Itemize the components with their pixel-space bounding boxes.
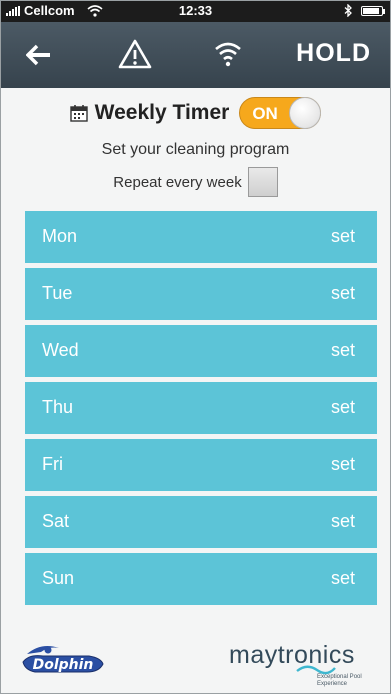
day-row-thu[interactable]: Thu set [25, 382, 377, 434]
bluetooth-icon [344, 4, 352, 17]
dolphin-logo: Dolphin [22, 646, 104, 673]
maytronics-logo: maytronics Exceptional Pool Experience [225, 641, 375, 691]
repeat-row: Repeat every week [0, 167, 391, 197]
top-nav-bar: HOLD [0, 22, 391, 88]
day-row-fri[interactable]: Fri set [25, 439, 377, 491]
set-button[interactable]: set [331, 283, 355, 304]
day-row-tue[interactable]: Tue set [25, 268, 377, 320]
set-button[interactable]: set [331, 340, 355, 361]
toggle-label: ON [252, 104, 278, 123]
set-button[interactable]: set [331, 226, 355, 247]
day-row-sun[interactable]: Sun set [25, 553, 377, 605]
page-title: Weekly Timer [94, 101, 230, 124]
day-row-sat[interactable]: Sat set [25, 496, 377, 548]
back-arrow-icon[interactable] [26, 44, 52, 66]
hold-button[interactable]: HOLD [296, 39, 371, 68]
day-row-mon[interactable]: Mon set [25, 211, 377, 263]
day-name: Wed [42, 340, 79, 360]
day-name: Thu [42, 397, 74, 417]
weekly-timer-toggle[interactable]: ON [239, 97, 322, 129]
days-list: Mon set Tue set Wed set Thu set Fri set … [25, 211, 377, 610]
set-button[interactable]: set [331, 454, 355, 475]
instruction-text: Set your cleaning program [101, 141, 290, 158]
battery-icon [361, 5, 385, 16]
svg-text:Dolphin: Dolphin [33, 657, 94, 673]
day-name: Tue [42, 283, 73, 303]
repeat-label: Repeat every week [113, 173, 242, 191]
warning-icon[interactable] [118, 38, 152, 70]
set-button[interactable]: set [331, 568, 355, 589]
day-name: Sat [42, 511, 70, 531]
toggle-knob [289, 97, 322, 129]
wifi-icon[interactable] [212, 38, 244, 70]
status-time: 12:33 [178, 3, 213, 18]
day-name: Mon [42, 226, 78, 246]
day-row-wed[interactable]: Wed set [25, 325, 377, 377]
status-bar: Cellcom 12:33 [0, 0, 391, 22]
maytronics-tagline: Exceptional Pool Experience [317, 674, 362, 687]
day-name: Sun [42, 568, 75, 588]
repeat-every-week-checkbox[interactable] [247, 167, 278, 197]
set-button[interactable]: set [331, 397, 355, 418]
calendar-icon [69, 105, 88, 122]
day-name: Fri [42, 454, 63, 474]
weekly-timer-header: Weekly Timer ON [0, 96, 391, 130]
set-button[interactable]: set [331, 511, 355, 532]
